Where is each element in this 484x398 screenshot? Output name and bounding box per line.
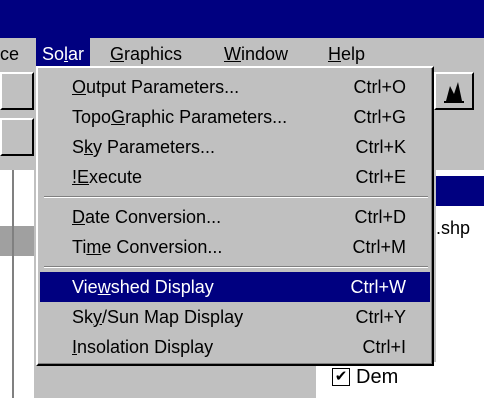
toolbar-button-left-2[interactable] <box>0 118 34 156</box>
dem-layer-label: Dem <box>356 366 399 388</box>
menu-item-sky-parameters[interactable]: Sky Parameters... Ctrl+K <box>40 132 430 162</box>
menu-item-viewshed-display[interactable]: Viewshed Display Ctrl+W <box>40 272 430 302</box>
menu-service[interactable]: ce <box>0 38 25 70</box>
solar-menu-dropdown: Output Parameters... Ctrl+O TopoGraphic P… <box>36 66 434 366</box>
menu-item-execute[interactable]: !Execute Ctrl+E <box>40 162 430 192</box>
menu-item-topographic-parameters[interactable]: TopoGraphic Parameters... Ctrl+G <box>40 102 430 132</box>
menu-item-time-conversion[interactable]: Time Conversion... Ctrl+M <box>40 232 430 262</box>
menu-separator <box>44 196 428 198</box>
workspace-grey-band <box>0 226 34 256</box>
histogram-button[interactable] <box>434 72 474 110</box>
workspace-area <box>0 170 34 398</box>
histogram-icon <box>444 82 464 103</box>
title-bar <box>0 0 484 38</box>
toolbar-button-left[interactable] <box>0 72 34 110</box>
menu-item-sky-sun-map-display[interactable]: Sky/Sun Map Display Ctrl+Y <box>40 302 430 332</box>
workspace-divider <box>12 170 14 398</box>
menu-item-insolation-display[interactable]: Insolation Display Ctrl+I <box>40 332 430 362</box>
toc-file-name: .shp <box>436 218 471 238</box>
menu-item-date-conversion[interactable]: Date Conversion... Ctrl+D <box>40 202 430 232</box>
toc-selected-row[interactable] <box>436 176 484 206</box>
menu-separator <box>44 266 428 268</box>
dem-checkbox[interactable]: ✔ <box>332 368 350 386</box>
menu-item-output-parameters[interactable]: Output Parameters... Ctrl+O <box>40 72 430 102</box>
